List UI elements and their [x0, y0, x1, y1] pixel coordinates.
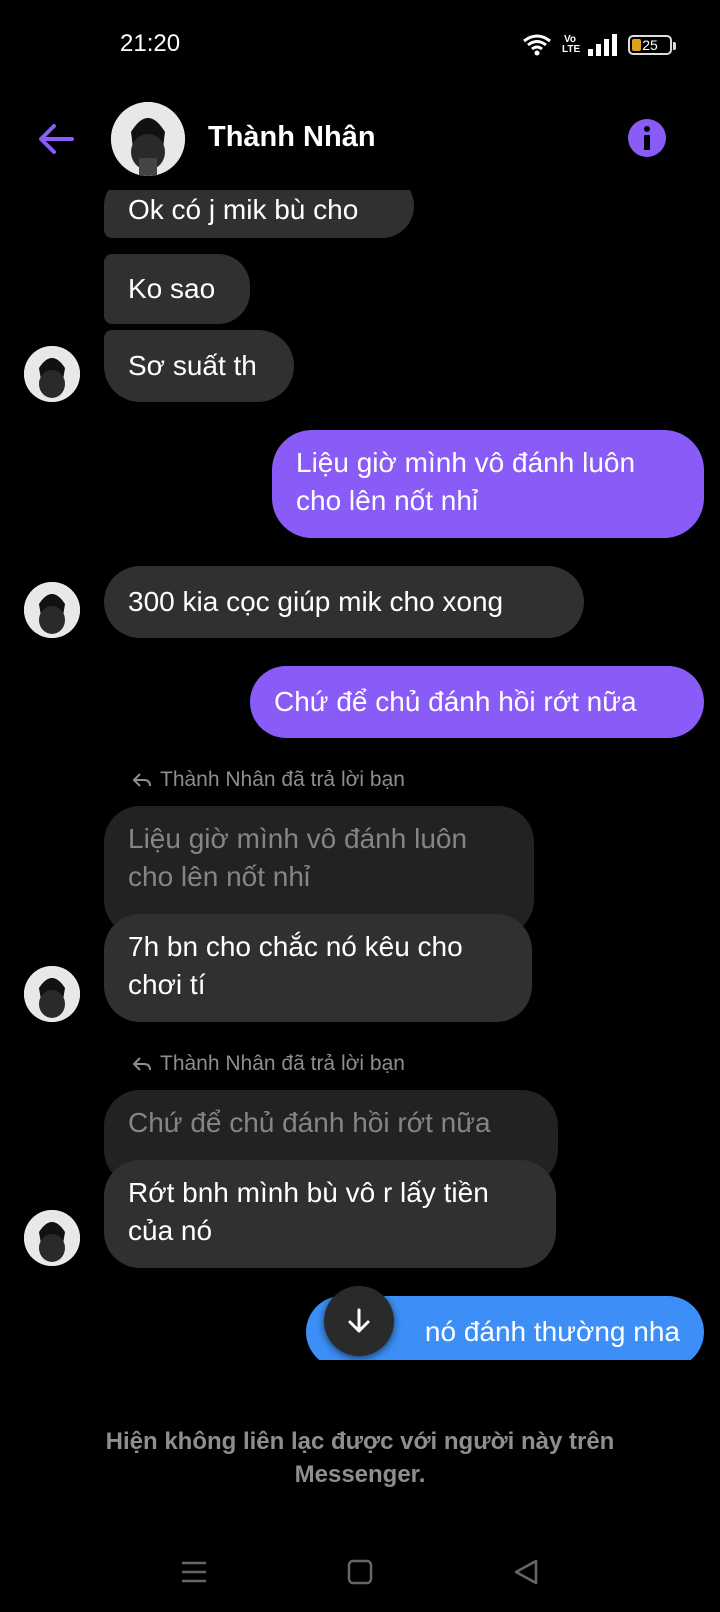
message-incoming[interactable]: Rớt bnh mình bù vô r lấy tiền của nó — [104, 1160, 556, 1268]
message-text: Ok có j mik bù cho — [128, 194, 359, 225]
avatar-image — [111, 102, 185, 176]
message-text: Chứ để chủ đánh hồi rớt nữa — [274, 686, 637, 717]
message-list[interactable]: Ok có j mik bù cho Ko sao Sơ suất th Liệ… — [0, 190, 720, 1360]
wifi-icon — [523, 34, 551, 56]
message-text: Rớt bnh mình bù vô r lấy tiền của nó — [128, 1177, 489, 1246]
contact-avatar-small[interactable] — [24, 1210, 80, 1266]
avatar-image — [24, 1210, 80, 1266]
message-text: 7h bn cho chắc nó kêu cho chơi tí — [128, 931, 463, 1000]
arrow-down-icon — [348, 1308, 370, 1333]
message-text: nó đánh thường nha — [424, 1316, 680, 1347]
reply-icon — [132, 773, 151, 787]
message-text: Sơ suất th — [128, 350, 257, 381]
battery-tip — [673, 42, 676, 50]
message-incoming[interactable]: Sơ suất th — [104, 330, 294, 402]
triangle-back-icon — [514, 1559, 538, 1585]
reply-indicator: Thành Nhân đã trả lời bạn — [132, 768, 405, 792]
chat-header: Thành Nhân — [0, 95, 720, 185]
message-text: Ko sao — [128, 273, 216, 304]
message-text: 300 kia cọc giúp mik cho xong — [128, 586, 504, 617]
back-button[interactable] — [34, 117, 78, 161]
message-incoming[interactable]: Ko sao — [104, 254, 250, 324]
signal-icon — [588, 34, 617, 56]
reply-label: Thành Nhân đã trả lời bạn — [160, 768, 405, 791]
reply-indicator: Thành Nhân đã trả lời bạn — [132, 1052, 405, 1076]
reply-icon — [132, 1057, 151, 1071]
volte-icon: Vo LTE — [562, 35, 581, 55]
quoted-text: Chứ để chủ đánh hồi rớt nữa — [128, 1107, 491, 1138]
menu-nav-button[interactable] — [176, 1554, 212, 1590]
unavailable-notice: Hiện không liên lạc được với người này t… — [105, 1428, 615, 1488]
message-incoming[interactable]: 300 kia cọc giúp mik cho xong — [104, 566, 584, 638]
quoted-text: Liệu giờ mình vô đánh luôn cho lên nốt n… — [128, 823, 468, 892]
status-time: 21:20 — [120, 30, 181, 57]
contact-avatar-small[interactable] — [24, 346, 80, 402]
home-nav-button[interactable] — [342, 1554, 378, 1590]
contact-avatar-small[interactable] — [24, 582, 80, 638]
message-text: Liệu giờ mình vô đánh luôn cho lên nốt n… — [296, 447, 636, 516]
avatar-image — [24, 582, 80, 638]
contact-avatar-small[interactable] — [24, 966, 80, 1022]
contact-avatar[interactable] — [111, 102, 185, 176]
reply-label: Thành Nhân đã trả lời bạn — [160, 1052, 405, 1075]
message-incoming[interactable]: 7h bn cho chắc nó kêu cho chơi tí — [104, 914, 532, 1022]
message-incoming[interactable]: Ok có j mik bù cho — [104, 190, 414, 238]
battery-icon: 25 — [628, 35, 676, 55]
menu-icon — [182, 1561, 206, 1583]
status-bar: 21:20 Vo LTE 25 — [0, 0, 720, 90]
avatar-image — [24, 966, 80, 1022]
info-icon — [628, 119, 666, 157]
message-outgoing[interactable]: Chứ để chủ đánh hồi rớt nữa — [250, 666, 704, 738]
status-icons: Vo LTE 25 — [522, 32, 676, 58]
arrow-left-icon — [39, 124, 74, 154]
contact-name[interactable]: Thành Nhân — [208, 121, 376, 154]
system-nav-bar — [0, 1530, 720, 1612]
avatar-image — [24, 346, 80, 402]
message-outgoing[interactable]: Liệu giờ mình vô đánh luôn cho lên nốt n… — [272, 430, 704, 538]
square-icon — [347, 1559, 373, 1585]
battery-level: 25 — [642, 37, 658, 53]
back-nav-button[interactable] — [508, 1554, 544, 1590]
volte-bottom: LTE — [562, 44, 581, 55]
scroll-to-bottom-button[interactable] — [324, 1286, 394, 1356]
info-button[interactable] — [627, 118, 667, 158]
